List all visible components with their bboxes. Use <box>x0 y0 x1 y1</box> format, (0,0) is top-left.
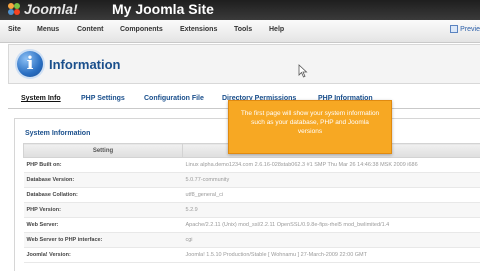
row-value: Linux alpha.demo1234.com 2.6.16-028stab0… <box>183 158 480 173</box>
row-value: cgi <box>183 233 480 248</box>
joomla-logo: Joomla! <box>6 1 78 17</box>
row-label: PHP Version: <box>24 203 183 218</box>
page-title: Information <box>49 57 121 72</box>
joomla-logo-icon <box>6 1 22 17</box>
table-row: Web Server to PHP interface: cgi <box>24 233 480 248</box>
row-value: 5.2.9 <box>183 203 480 218</box>
menu-extensions[interactable]: Extensions <box>180 26 217 33</box>
preview-icon <box>450 25 458 33</box>
menu-help[interactable]: Help <box>269 26 284 33</box>
system-info-table: Setting PHP Built on: Linux alpha.demo12… <box>23 143 480 263</box>
table-row: Web Server: Apache/2.2.11 (Unix) mod_ssl… <box>24 218 480 233</box>
row-label: Database Collation: <box>24 188 183 203</box>
tab-system-info[interactable]: System Info <box>21 95 61 102</box>
table-row: Database Version: 5.0.77-community <box>24 173 480 188</box>
panel-legend: System Information <box>25 130 90 137</box>
tutorial-tooltip: The first page will show your system inf… <box>228 100 392 154</box>
table-row: Database Collation: utf8_general_ci <box>24 188 480 203</box>
menu-tools[interactable]: Tools <box>234 26 252 33</box>
row-value: 5.0.77-community <box>183 173 480 188</box>
menu-site[interactable]: Site <box>8 26 21 33</box>
row-value: Apache/2.2.11 (Unix) mod_ssl/2.2.11 Open… <box>183 218 480 233</box>
table-row: Joomla! Version: Joomla! 1.5.10 Producti… <box>24 248 480 263</box>
row-label: Joomla! Version: <box>24 248 183 263</box>
menu-components[interactable]: Components <box>120 26 163 33</box>
row-label: Web Server: <box>24 218 183 233</box>
row-label: PHP Built on: <box>24 158 183 173</box>
admin-topbar: Joomla! My Joomla Site <box>0 0 480 20</box>
page-header: i Information <box>8 44 480 84</box>
menu-menus[interactable]: Menus <box>37 26 59 33</box>
preview-label: Previe <box>460 26 480 33</box>
main-menu: Site Menus Content Components Extensions… <box>0 20 480 43</box>
menu-content[interactable]: Content <box>77 26 103 33</box>
table-row: PHP Version: 5.2.9 <box>24 203 480 218</box>
row-label: Database Version: <box>24 173 183 188</box>
row-value: utf8_general_ci <box>183 188 480 203</box>
logo-text: Joomla! <box>24 1 78 17</box>
mouse-cursor-icon <box>298 64 308 78</box>
row-value: Joomla! 1.5.10 Production/Stable [ Wohna… <box>183 248 480 263</box>
tab-configuration-file[interactable]: Configuration File <box>144 95 204 102</box>
row-label: Web Server to PHP interface: <box>24 233 183 248</box>
column-setting: Setting <box>24 144 183 158</box>
site-title: My Joomla Site <box>112 1 214 17</box>
table-row: PHP Built on: Linux alpha.demo1234.com 2… <box>24 158 480 173</box>
info-icon: i <box>17 51 43 77</box>
preview-link[interactable]: Previe <box>450 25 480 33</box>
tab-php-settings[interactable]: PHP Settings <box>81 95 125 102</box>
